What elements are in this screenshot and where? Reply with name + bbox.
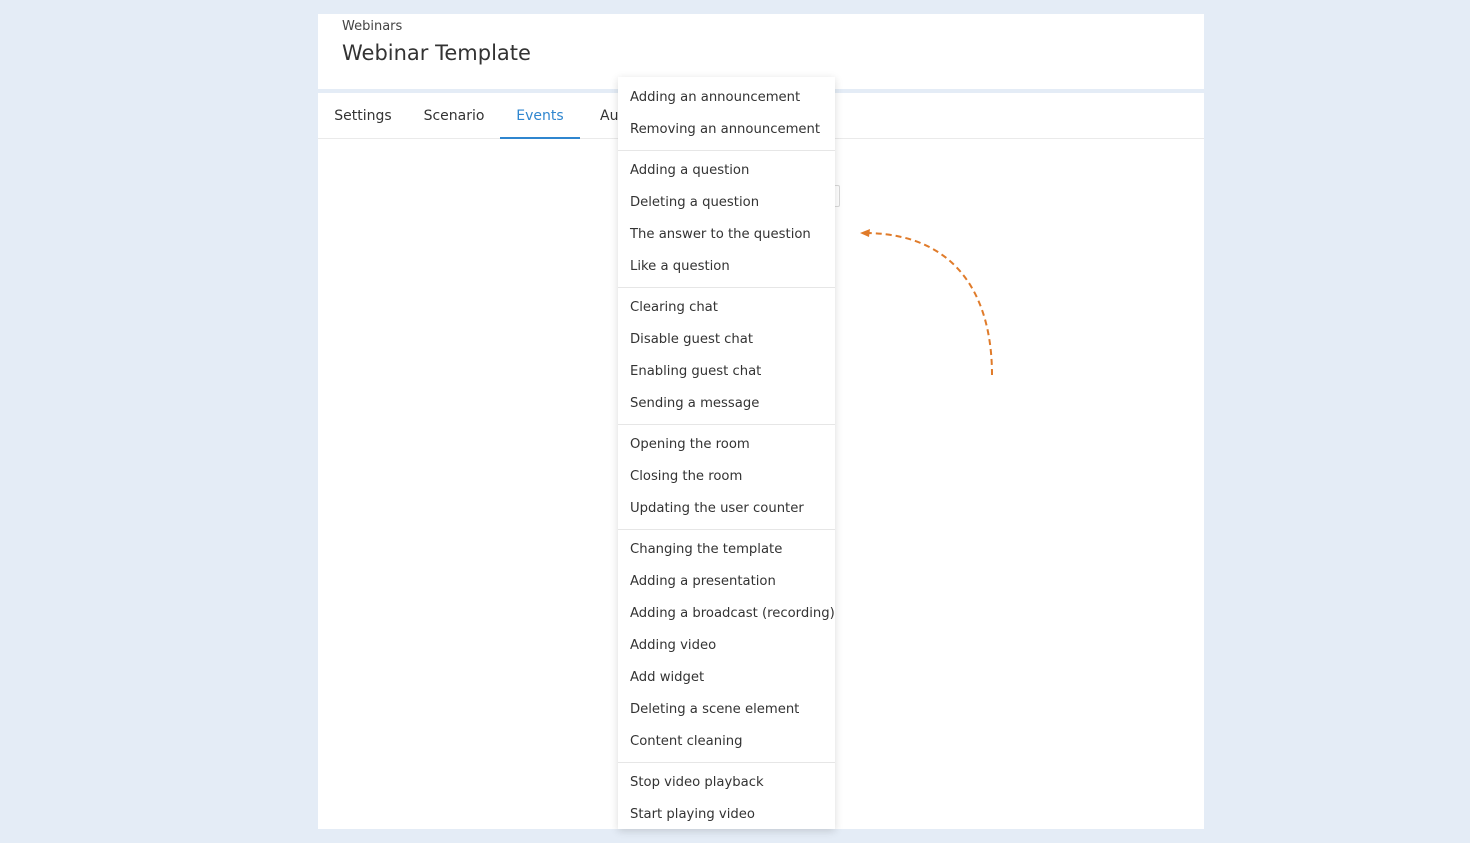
dropdown-divider xyxy=(618,287,835,288)
dropdown-divider xyxy=(618,424,835,425)
dropdown-option[interactable]: Closing the room xyxy=(618,461,835,493)
dropdown-option[interactable]: Adding a broadcast (recording) xyxy=(618,598,835,630)
dropdown-option[interactable]: Content cleaning xyxy=(618,726,835,758)
dropdown-option[interactable]: Changing the template xyxy=(618,534,835,566)
dropdown-divider xyxy=(618,762,835,763)
dropdown-option[interactable]: Adding an announcement xyxy=(618,82,835,114)
page-title: Webinar Template xyxy=(342,41,531,65)
dropdown-option[interactable]: Enabling guest chat xyxy=(618,356,835,388)
dropdown-option[interactable]: Removing an announcement xyxy=(618,114,835,146)
dropdown-divider xyxy=(618,529,835,530)
event-type-dropdown: Adding an announcement Removing an announ… xyxy=(618,77,835,829)
tab-settings[interactable]: Settings xyxy=(318,93,408,139)
dropdown-option[interactable]: Disable guest chat xyxy=(618,324,835,356)
dropdown-option[interactable]: Opening the room xyxy=(618,429,835,461)
dropdown-option[interactable]: Deleting a scene element xyxy=(618,694,835,726)
dropdown-option[interactable]: Adding a presentation xyxy=(618,566,835,598)
dropdown-option[interactable]: Like a question xyxy=(618,251,835,283)
dropdown-option[interactable]: Adding a question xyxy=(618,155,835,187)
dropdown-option[interactable]: Add widget xyxy=(618,662,835,694)
tab-audience[interactable]: Au xyxy=(580,93,618,139)
dropdown-option[interactable]: Stop video playback xyxy=(618,767,835,799)
tab-events[interactable]: Events xyxy=(500,93,580,139)
tab-scenario[interactable]: Scenario xyxy=(408,93,500,139)
dropdown-option[interactable]: Sending a message xyxy=(618,388,835,420)
dropdown-divider xyxy=(618,150,835,151)
dropdown-option[interactable]: Adding video xyxy=(618,630,835,662)
curved-dashed-arrow-icon xyxy=(860,229,993,376)
dropdown-option[interactable]: Deleting a question xyxy=(618,187,835,219)
dropdown-option[interactable]: The answer to the question xyxy=(618,219,835,251)
dropdown-option[interactable]: Start playing video xyxy=(618,799,835,829)
dropdown-option[interactable]: Clearing chat xyxy=(618,292,835,324)
dropdown-option[interactable]: Updating the user counter xyxy=(618,493,835,525)
breadcrumb[interactable]: Webinars xyxy=(342,19,402,34)
